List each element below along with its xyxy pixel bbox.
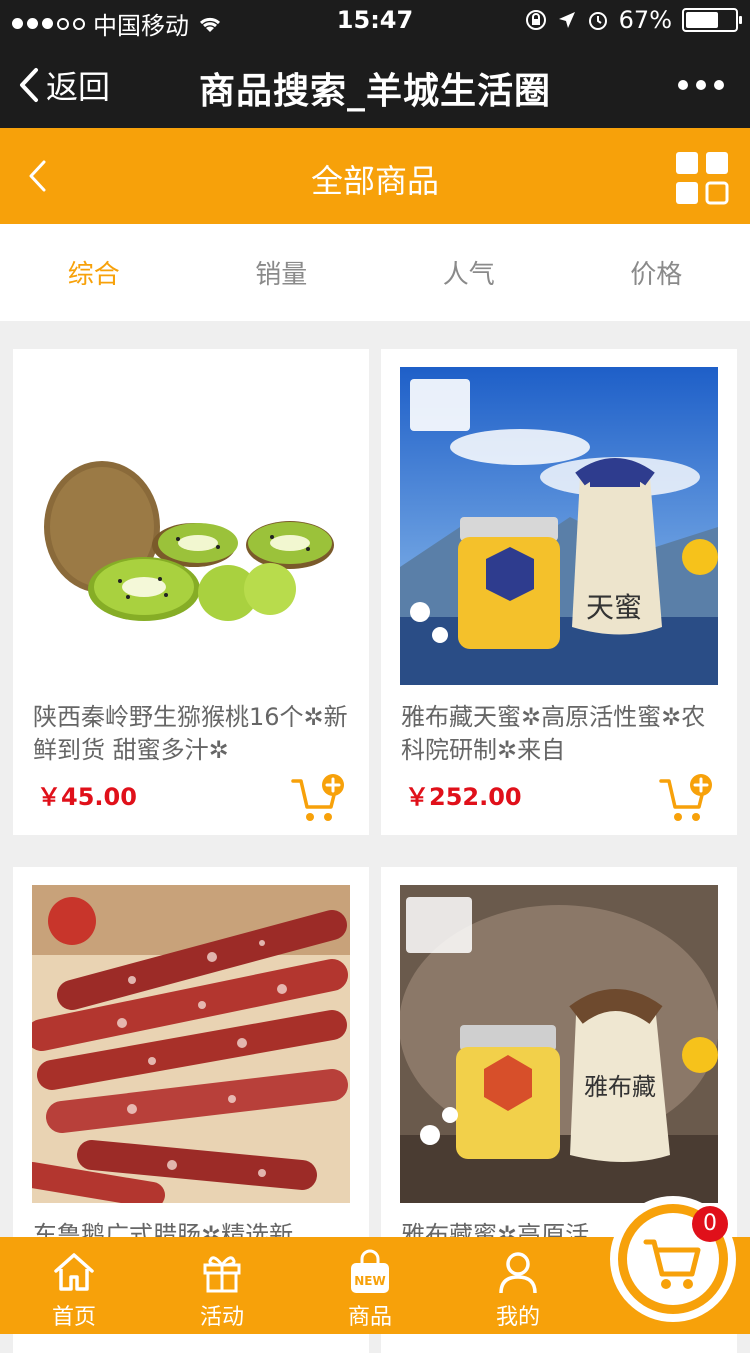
tab-products-label: 商品 xyxy=(348,1305,392,1330)
category-title: 全部商品 xyxy=(0,156,750,202)
shopping-bag-new-icon: NEW xyxy=(347,1249,393,1295)
user-icon xyxy=(495,1249,541,1295)
tab-profile[interactable]: 我的 xyxy=(458,1249,578,1331)
rotation-lock-icon xyxy=(525,9,547,31)
product-name[interactable]: 雅布藏天蜜✲高原活性蜜✲农科院研制✲来自 xyxy=(401,701,719,767)
gift-icon xyxy=(199,1249,245,1295)
location-arrow-icon xyxy=(557,10,577,30)
product-price: ￥252.00 xyxy=(405,777,522,812)
battery-percentage: 67% xyxy=(619,6,672,34)
tab-home-label: 首页 xyxy=(52,1305,96,1330)
sort-tab-popularity[interactable]: 人气 xyxy=(375,254,563,291)
category-header: 全部商品 xyxy=(0,128,750,224)
add-to-cart-icon[interactable] xyxy=(659,773,715,825)
product-image-honey-dark[interactable]: 雅布藏 xyxy=(400,885,718,1203)
tab-activities-label: 活动 xyxy=(200,1305,244,1330)
tab-profile-label: 我的 xyxy=(496,1305,540,1330)
sort-tab-price[interactable]: 价格 xyxy=(563,254,750,291)
sort-tab-comprehensive[interactable]: 综合 xyxy=(0,254,188,291)
status-bar: 中国移动 15:47 67% xyxy=(0,0,750,40)
cart-count-badge: 0 xyxy=(692,1206,728,1242)
home-icon xyxy=(51,1249,97,1295)
more-options-button[interactable] xyxy=(678,80,724,90)
product-image-honey[interactable]: 天蜜 xyxy=(400,367,718,685)
sort-tabs: 综合 销量 人气 价格 xyxy=(0,224,750,321)
product-price: ￥45.00 xyxy=(37,777,137,812)
page-title: 商品搜索_羊城生活圈 xyxy=(0,62,750,114)
product-image-kiwi[interactable] xyxy=(32,367,350,685)
tab-products[interactable]: NEW 商品 xyxy=(310,1249,430,1331)
add-to-cart-icon[interactable] xyxy=(291,773,347,825)
svg-text:NEW: NEW xyxy=(354,1274,385,1288)
battery-icon xyxy=(682,8,738,32)
svg-text:雅布藏: 雅布藏 xyxy=(584,1073,656,1101)
grid-view-toggle-icon[interactable] xyxy=(674,150,730,206)
navigation-bar: 返回 商品搜索_羊城生活圈 xyxy=(0,40,750,128)
product-card[interactable]: 陕西秦岭野生猕猴桃16个✲新鲜到货 甜蜜多汁✲ ￥45.00 xyxy=(13,349,369,835)
svg-text:天蜜: 天蜜 xyxy=(586,591,642,624)
product-card[interactable]: 天蜜 雅布藏天蜜✲高原活性蜜✲农科院研制✲来自 ￥252.00 xyxy=(381,349,737,835)
product-name[interactable]: 陕西秦岭野生猕猴桃16个✲新鲜到货 甜蜜多汁✲ xyxy=(33,701,351,767)
tab-home[interactable]: 首页 xyxy=(14,1249,134,1331)
sort-tab-sales[interactable]: 销量 xyxy=(188,254,376,291)
tab-activities[interactable]: 活动 xyxy=(162,1249,282,1331)
product-image-sausage[interactable] xyxy=(32,885,350,1203)
alarm-icon xyxy=(587,9,609,31)
